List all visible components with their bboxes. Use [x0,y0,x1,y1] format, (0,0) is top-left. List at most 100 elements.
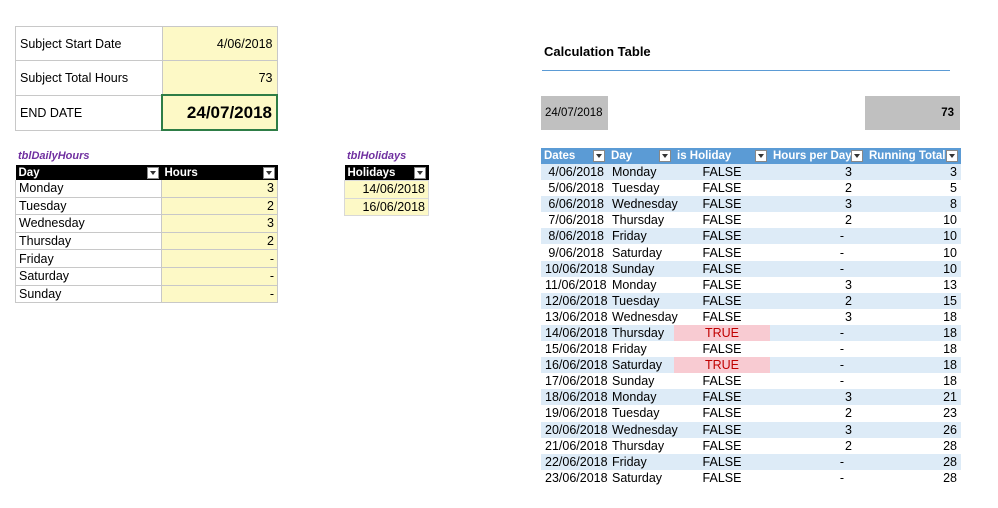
filter-dropdown-icon[interactable] [659,150,671,162]
running-total-cell[interactable]: 18 [866,308,961,325]
is-holiday-cell[interactable]: FALSE [674,164,770,181]
day-cell[interactable]: Thursday [608,437,674,454]
running-total-cell[interactable]: 18 [866,341,961,358]
date-cell[interactable]: 14/06/2018 [541,324,608,342]
hours-per-day-cell[interactable]: - [770,244,866,261]
day-cell[interactable]: Tuesday [608,405,674,422]
hours-per-day-cell[interactable]: - [770,341,866,358]
hours-per-day-cell[interactable]: - [770,453,866,470]
day-cell[interactable]: Friday [608,453,674,470]
date-cell[interactable]: 16/06/2018 [541,357,608,374]
is-holiday-cell[interactable]: FALSE [674,212,770,229]
day-cell[interactable]: Wednesday [608,196,678,213]
running-total-cell[interactable]: 18 [866,357,961,374]
day-cell[interactable]: Wednesday [608,308,678,325]
date-cell[interactable]: 13/06/2018 [541,308,608,325]
date-cell[interactable]: 22/06/2018 [541,453,608,470]
hours-per-day-cell[interactable]: - [770,357,866,374]
running-total-cell[interactable]: 28 [866,453,961,470]
running-total-cell[interactable]: 5 [866,180,961,197]
hours-per-day-cell[interactable]: 2 [770,292,866,309]
date-cell[interactable]: 6/06/2018 [541,196,608,213]
day-cell[interactable]: Saturday [608,244,674,261]
day-cell[interactable]: Thursday [608,212,674,229]
date-cell[interactable]: 7/06/2018 [541,212,608,229]
day-cell[interactable]: Friday [608,228,674,245]
date-cell[interactable]: 11/06/2018 [541,276,608,293]
day-cell[interactable]: Tuesday [608,180,674,197]
hours-cell[interactable]: - [161,267,278,286]
hours-cell[interactable]: 2 [161,197,278,216]
is-holiday-cell[interactable]: FALSE [674,373,770,390]
day-cell[interactable]: Sunday [608,373,674,390]
holiday-date-cell[interactable]: 14/06/2018 [344,180,429,199]
running-total-cell[interactable]: 13 [866,276,961,293]
hours-per-day-cell[interactable]: - [770,260,866,277]
running-total-cell[interactable]: 3 [866,164,961,181]
is-holiday-cell[interactable]: FALSE [674,244,770,261]
day-cell[interactable]: Tuesday [15,197,162,216]
hours-per-day-cell[interactable]: 3 [770,164,866,181]
running-total-cell[interactable]: 10 [866,260,961,277]
filter-dropdown-icon[interactable] [413,167,426,179]
day-cell[interactable]: Monday [608,164,674,181]
date-cell[interactable]: 18/06/2018 [541,389,608,406]
is-holiday-cell[interactable]: TRUE [674,324,770,342]
hours-per-day-cell[interactable]: 3 [770,308,866,325]
holiday-date-cell[interactable]: 16/06/2018 [344,197,429,217]
filter-dropdown-icon[interactable] [593,150,605,162]
filter-dropdown-icon[interactable] [146,167,159,179]
running-total-cell[interactable]: 28 [866,437,961,454]
is-holiday-cell[interactable]: FALSE [674,276,770,293]
is-holiday-cell[interactable]: FALSE [674,292,770,309]
day-cell[interactable]: Monday [608,276,674,293]
day-cell[interactable]: Saturday [608,357,674,374]
hours-per-day-cell[interactable]: 2 [770,212,866,229]
is-holiday-cell[interactable]: FALSE [674,228,770,245]
hours-per-day-cell[interactable]: - [770,324,866,342]
is-holiday-cell[interactable]: FALSE [674,437,770,454]
running-total-cell[interactable]: 21 [866,389,961,406]
is-holiday-cell[interactable]: FALSE [674,260,770,277]
summary-date-cell[interactable]: 24/07/2018 [541,96,608,130]
running-total-cell[interactable]: 18 [866,373,961,390]
day-cell[interactable]: Monday [15,180,162,198]
running-total-cell[interactable]: 26 [866,421,961,438]
hours-per-day-cell[interactable]: 2 [770,405,866,422]
hours-cell[interactable]: - [161,249,278,268]
running-total-cell[interactable]: 10 [866,244,961,261]
hours-per-day-cell[interactable]: 3 [770,196,866,213]
summary-total-cell[interactable]: 73 [865,96,960,130]
is-holiday-cell[interactable]: FALSE [674,469,770,486]
day-cell[interactable]: Wednesday [15,214,162,233]
running-total-cell[interactable]: 10 [866,228,961,245]
is-holiday-cell[interactable]: FALSE [674,389,770,406]
hours-cell[interactable]: - [161,285,278,304]
date-cell[interactable]: 9/06/2018 [541,244,608,261]
day-cell[interactable]: Monday [608,389,674,406]
day-cell[interactable]: Sunday [15,285,162,304]
day-cell[interactable]: Saturday [15,267,162,286]
hours-cell[interactable]: 3 [161,214,278,233]
day-cell[interactable]: Friday [608,341,674,358]
date-cell[interactable]: 12/06/2018 [541,292,608,309]
date-cell[interactable]: 8/06/2018 [541,228,608,245]
day-cell[interactable]: Tuesday [608,292,674,309]
filter-dropdown-icon[interactable] [755,150,767,162]
is-holiday-cell[interactable]: FALSE [674,405,770,422]
hours-per-day-cell[interactable]: - [770,373,866,390]
hours-per-day-cell[interactable]: - [770,469,866,486]
is-holiday-cell[interactable]: FALSE [674,421,770,438]
day-cell[interactable]: Saturday [608,469,674,486]
end-date-cell[interactable]: 24/07/2018 [161,94,278,131]
date-cell[interactable]: 21/06/2018 [541,437,608,454]
day-cell[interactable]: Thursday [15,232,162,251]
hours-per-day-cell[interactable]: 3 [770,389,866,406]
hours-per-day-cell[interactable]: 2 [770,180,866,197]
filter-dropdown-icon[interactable] [851,150,863,162]
running-total-cell[interactable]: 8 [866,196,961,213]
is-holiday-cell[interactable]: FALSE [674,341,770,358]
date-cell[interactable]: 5/06/2018 [541,180,608,197]
date-cell[interactable]: 20/06/2018 [541,421,608,438]
date-cell[interactable]: 19/06/2018 [541,405,608,422]
